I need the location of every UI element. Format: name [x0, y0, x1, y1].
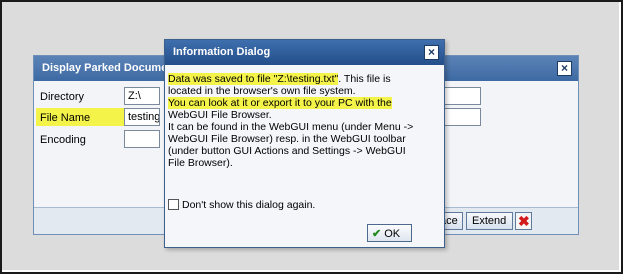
message-line-6: WebGUI File Browser) resp. in the WebGUI… [168, 133, 406, 145]
message-line-1-highlight: Data was saved to file "Z:\testing.txt" [168, 73, 339, 85]
cancel-x-icon: ✖ [518, 213, 530, 229]
message-line-3-highlight: You can look at it or export it to your … [168, 97, 392, 109]
info-message: Data was saved to file "Z:\testing.txt".… [168, 73, 442, 169]
cancel-button[interactable]: ✖ [515, 212, 532, 230]
message-line-2: located in the browser's own file system… [168, 85, 356, 97]
message-line-8: File Browser). [168, 157, 233, 169]
file-name-label: File Name [40, 112, 91, 124]
message-line-7: (under button GUI Actions and Settings -… [168, 145, 406, 157]
directory-field-extension[interactable] [444, 87, 481, 105]
message-line-3: You can look at it or export it to your … [168, 97, 442, 109]
directory-label: Directory [40, 91, 85, 103]
information-dialog: Information Dialog × Data was saved to f… [164, 39, 445, 248]
bg-dialog-close-icon[interactable]: × [557, 61, 572, 76]
file-name-field[interactable]: testing.t [124, 108, 160, 126]
message-line-1-rest: . This file is [338, 73, 391, 85]
dont-show-again-row[interactable]: Don't show this dialog again. [168, 199, 368, 213]
info-dialog-close-icon[interactable]: × [424, 45, 439, 60]
info-dialog-title: Information Dialog [165, 40, 444, 65]
message-line-1: Data was saved to file "Z:\testing.txt".… [168, 73, 442, 85]
message-line-4: WebGUI File Browser. [168, 109, 272, 121]
ok-button[interactable]: ✔ OK [367, 224, 412, 242]
check-icon: ✔ [372, 228, 382, 240]
encoding-field[interactable] [124, 130, 160, 148]
extend-button[interactable]: Extend [466, 212, 513, 230]
encoding-label: Encoding [40, 134, 86, 146]
dont-show-again-checkbox[interactable] [168, 199, 179, 210]
message-line-5: It can be found in the WebGUI menu (unde… [168, 121, 414, 133]
directory-field[interactable]: Z:\ [124, 87, 160, 105]
dont-show-again-label: Don't show this dialog again. [182, 199, 316, 211]
file-name-field-extension[interactable] [444, 108, 481, 126]
ok-label: OK [384, 228, 401, 240]
